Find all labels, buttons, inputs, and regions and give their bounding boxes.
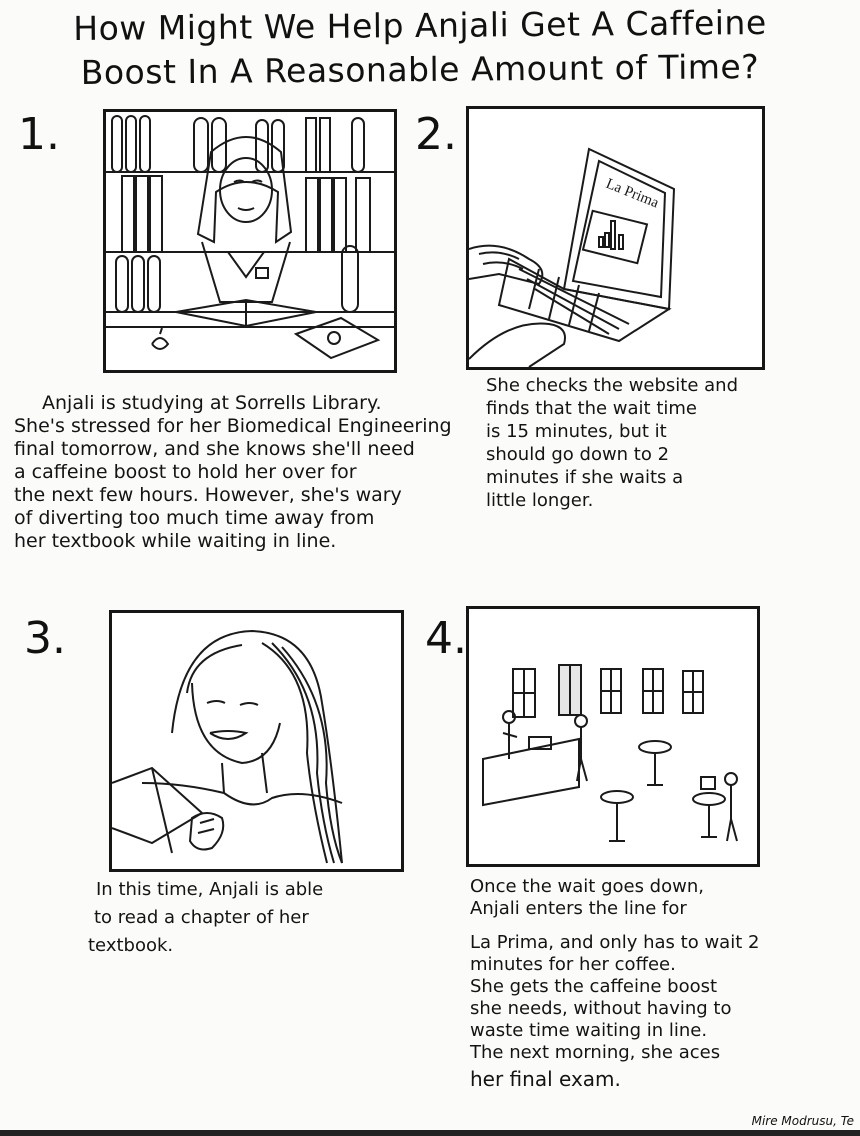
caption-line: She checks the website and xyxy=(486,375,739,396)
caption-line: In this time, Anjali is able xyxy=(96,879,324,900)
caption-line: minutes if she waits a xyxy=(486,467,684,488)
caption-line: a caffeine boost to hold her over for xyxy=(14,461,357,483)
panel-2-laptop-sketch: La Prima xyxy=(466,106,765,370)
storyboard-title-line-1: How Might We Help Anjali Get A Caffeine xyxy=(73,2,767,49)
caption-line: little longer. xyxy=(486,490,594,511)
caption-line: she needs, without having to xyxy=(470,998,732,1019)
caption-line: her textbook while waiting in line. xyxy=(14,530,337,552)
panel-4-caption: Once the wait goes down, Anjali enters t… xyxy=(470,876,820,1090)
caption-line: She gets the caffeine boost xyxy=(470,976,718,997)
caption-line: Once the wait goes down, xyxy=(470,876,704,897)
panel-1-library-sketch xyxy=(103,109,397,373)
panel-3-number: 3. xyxy=(24,613,66,664)
caption-line: The next morning, she aces xyxy=(470,1042,721,1063)
caption-line: of diverting too much time away from xyxy=(14,507,375,529)
panel-3-reading-sketch xyxy=(109,610,404,872)
page-bottom-edge xyxy=(0,1130,860,1136)
artist-signature: Mire Modrusu, Te xyxy=(751,1114,854,1128)
caption-line: should go down to 2 xyxy=(486,444,670,465)
caption-line: is 15 minutes, but it xyxy=(486,421,667,442)
caption-line: Anjali enters the line for xyxy=(470,898,687,919)
panel-4-number: 4. xyxy=(425,613,467,664)
panel-4-cafe-sketch xyxy=(466,606,760,867)
panel-3-caption: In this time, Anjali is able to read a c… xyxy=(88,876,418,960)
caption-line: her final exam. xyxy=(470,1067,621,1091)
storyboard-title-line-2: Boost In A Reasonable Amount of Time? xyxy=(80,47,760,92)
caption-line: La Prima, and only has to wait 2 xyxy=(470,932,760,953)
caption-line: minutes for her coffee. xyxy=(470,954,676,975)
caption-line: Anjali is studying at Sorrells Library. xyxy=(42,392,382,414)
panel-2-caption: She checks the website and finds that th… xyxy=(486,374,826,512)
caption-line: waste time waiting in line. xyxy=(470,1020,708,1041)
panel-1-number: 1. xyxy=(18,109,60,160)
caption-line: finds that the wait time xyxy=(486,398,698,419)
laptop-screen-brand-text: La Prima xyxy=(604,176,662,212)
caption-line: the next few hours. However, she's wary xyxy=(14,484,402,506)
caption-line: textbook. xyxy=(88,935,174,956)
panel-2-number: 2. xyxy=(415,109,457,160)
caption-line: She's stressed for her Biomedical Engine… xyxy=(14,415,452,437)
caption-line: final tomorrow, and she knows she'll nee… xyxy=(14,438,415,460)
panel-1-caption: Anjali is studying at Sorrells Library. … xyxy=(14,392,452,553)
caption-line: to read a chapter of her xyxy=(94,907,309,928)
